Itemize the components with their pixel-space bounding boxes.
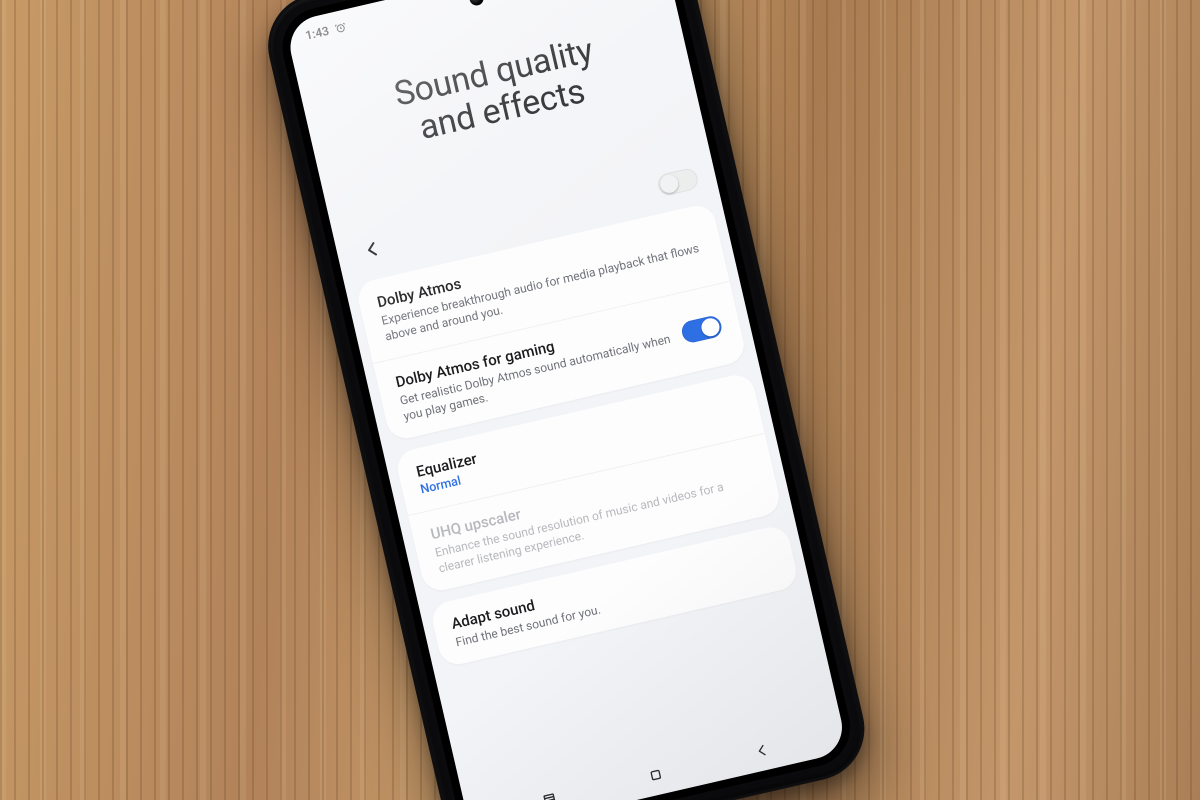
page-title: Sound quality and effects [325,16,671,166]
nav-home-button[interactable] [632,751,680,799]
back-button[interactable] [353,232,394,273]
toggle-dolby-atmos-gaming[interactable] [680,314,724,344]
nav-back-button[interactable] [738,727,786,775]
recent-apps-icon [540,790,559,800]
back-nav-icon [752,741,771,760]
home-icon [646,765,665,784]
phone-screen: 1:43 [284,0,848,800]
phone-bezel: 1:43 [275,0,858,800]
alarm-icon [333,21,347,35]
phone-frame: 1:43 [258,0,875,800]
settings-list: Dolby Atmos Experience breakthrough audi… [345,200,839,799]
status-time: 1:43 [304,24,330,43]
master-toggle[interactable] [656,167,700,197]
chevron-left-icon [360,238,385,268]
